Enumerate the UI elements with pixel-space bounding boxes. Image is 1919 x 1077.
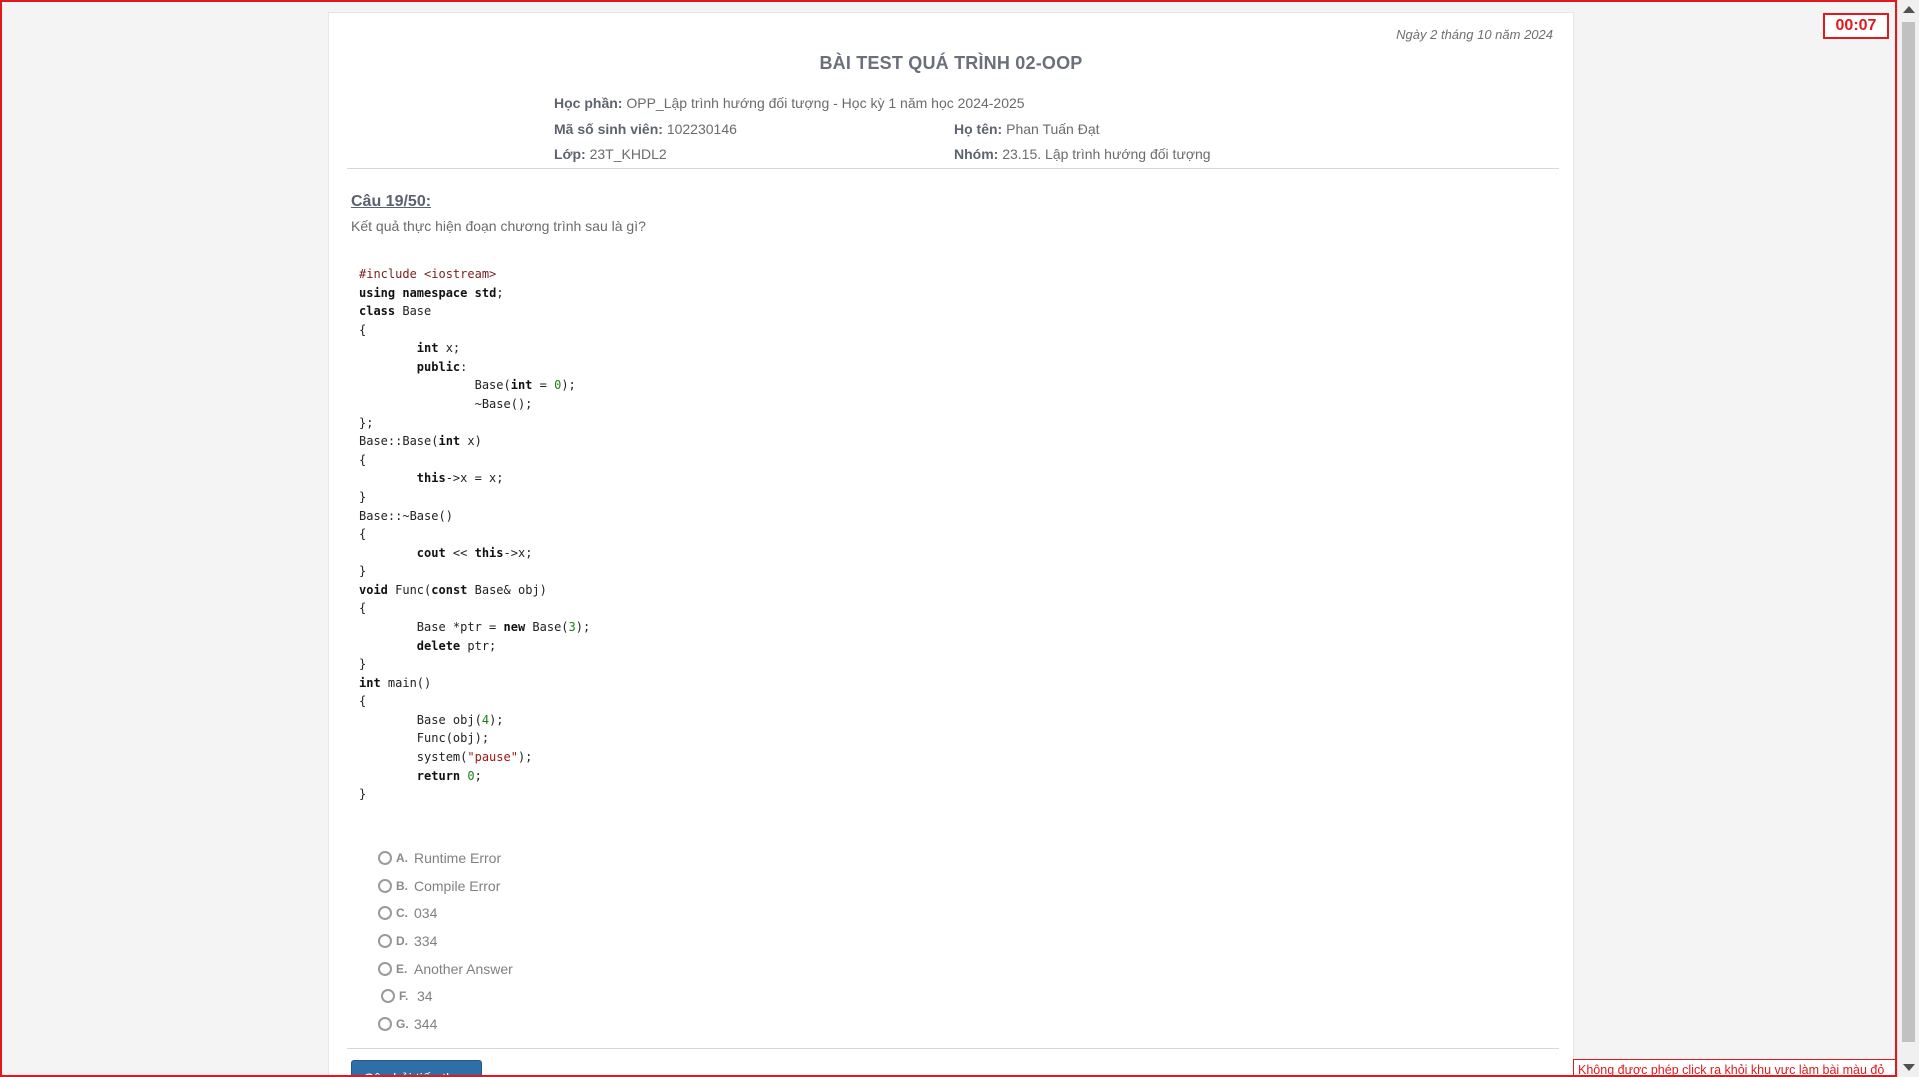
scroll-down-arrow-icon[interactable] <box>1903 1064 1915 1071</box>
option-d[interactable]: D. 334 <box>378 927 513 955</box>
class-label: Lớp: <box>554 146 586 162</box>
radio-icon[interactable] <box>378 850 392 865</box>
code-line: Base obj(4); <box>359 712 504 727</box>
radio-icon[interactable] <box>378 961 392 976</box>
code-line: Func(obj); <box>359 731 490 746</box>
class-info: Lớp: 23T_KHDL2 <box>554 146 667 162</box>
class-value: 23T_KHDL2 <box>589 146 667 162</box>
option-f[interactable]: F. 34 <box>378 982 513 1010</box>
group-info: Nhóm: 23.15. Lập trình hướng đối tượng <box>954 146 1211 162</box>
code-line: { <box>359 601 367 616</box>
code-line: } <box>359 489 367 504</box>
code-line: ~Base(); <box>359 397 533 412</box>
option-c[interactable]: C. 034 <box>378 899 513 927</box>
scroll-up-arrow-icon[interactable] <box>1903 6 1915 13</box>
option-letter: F. <box>399 989 409 1004</box>
radio-icon[interactable] <box>378 878 392 893</box>
header-divider <box>347 168 1559 169</box>
option-e[interactable]: E. Another Answer <box>378 955 513 983</box>
code-line: using namespace std; <box>359 285 504 300</box>
student-id-label: Mã số sinh viên: <box>554 121 663 137</box>
option-text: 34 <box>417 988 433 1005</box>
vertical-scrollbar[interactable] <box>1897 0 1919 1077</box>
option-b[interactable]: B. Compile Error <box>378 872 513 900</box>
radio-icon[interactable] <box>378 1016 392 1031</box>
radio-icon[interactable] <box>378 933 392 948</box>
option-a[interactable]: A. Runtime Error <box>378 844 513 872</box>
course-label: Học phần: <box>554 95 623 111</box>
code-line: Base::Base(int x) <box>359 434 482 449</box>
answer-options: A. Runtime Error B. Compile Error C. 034… <box>378 844 513 1038</box>
option-letter: A. <box>396 850 408 865</box>
exam-sheet: Ngày 2 tháng 10 năm 2024 BÀI TEST QUÁ TR… <box>328 12 1574 1075</box>
footer-divider <box>347 1048 1559 1049</box>
course-info: Học phần: OPP_Lập trình hướng đối tượng … <box>554 95 1025 111</box>
question-text: Kết quả thực hiện đoạn chương trình sau … <box>351 218 646 234</box>
student-id-value: 102230146 <box>666 121 737 137</box>
code-line: public: <box>416 359 468 374</box>
student-id-info: Mã số sinh viên: 102230146 <box>554 121 737 137</box>
code-line: }; <box>359 415 374 430</box>
code-line: #include <iostream> <box>359 267 497 281</box>
code-line: } <box>359 787 367 802</box>
code-line: } <box>359 564 367 579</box>
option-text: 034 <box>414 905 438 922</box>
option-g[interactable]: G. 344 <box>378 1010 513 1038</box>
code-line: { <box>359 322 367 337</box>
option-text: Runtime Error <box>414 849 502 866</box>
student-name-value: Phan Tuấn Đạt <box>1006 121 1100 137</box>
warning-banner: Không được phép click ra khỏi khu vực là… <box>1573 1059 1895 1075</box>
code-line: void Func(const Base& obj) <box>359 582 547 597</box>
option-letter: D. <box>396 933 408 948</box>
code-line: Base::~Base() <box>359 508 453 523</box>
exam-viewport: Ngày 2 tháng 10 năm 2024 BÀI TEST QUÁ TR… <box>0 0 1897 1077</box>
countdown-timer: 00:07 <box>1823 13 1889 39</box>
question-number: Câu 19/50: <box>351 193 432 210</box>
exam-title: BÀI TEST QUÁ TRÌNH 02-OOP <box>819 53 1083 73</box>
option-text: 344 <box>414 1015 438 1032</box>
code-line: Base *ptr = new Base(3); <box>359 619 591 634</box>
option-text: Another Answer <box>414 960 513 977</box>
code-line: return 0; <box>416 768 482 783</box>
group-label: Nhóm: <box>954 146 999 162</box>
option-letter: B. <box>396 878 408 893</box>
code-block: #include <iostream> using namespace std;… <box>359 265 590 804</box>
radio-icon[interactable] <box>381 989 395 1004</box>
code-line: Base(int = 0); <box>359 378 576 393</box>
code-line: int main() <box>359 675 432 690</box>
option-letter: G. <box>396 1016 409 1031</box>
radio-icon[interactable] <box>378 906 392 921</box>
code-line: { <box>359 694 367 709</box>
code-line: int x; <box>416 341 461 356</box>
option-text: 334 <box>414 932 438 949</box>
exam-date: Ngày 2 tháng 10 năm 2024 <box>1396 27 1553 42</box>
code-line: class Base <box>359 304 432 319</box>
code-line: this->x = x; <box>416 471 504 486</box>
code-line: { <box>359 527 367 542</box>
code-line: } <box>359 657 367 672</box>
course-value: OPP_Lập trình hướng đối tượng - Học kỳ 1… <box>626 95 1025 111</box>
option-letter: E. <box>396 961 408 976</box>
next-question-button[interactable]: Câu hỏi tiếp theo <box>351 1060 482 1075</box>
group-value: 23.15. Lập trình hướng đối tượng <box>1002 146 1211 162</box>
scroll-thumb[interactable] <box>1902 22 1915 1042</box>
code-line: { <box>359 452 367 467</box>
code-line: cout << this->x; <box>416 545 533 560</box>
student-name-label: Họ tên: <box>954 121 1003 137</box>
option-letter: C. <box>396 906 408 921</box>
option-text: Compile Error <box>414 877 501 894</box>
student-name-info: Họ tên: Phan Tuấn Đạt <box>954 121 1100 137</box>
code-line: system("pause"); <box>359 750 533 765</box>
code-line: delete ptr; <box>416 638 497 653</box>
